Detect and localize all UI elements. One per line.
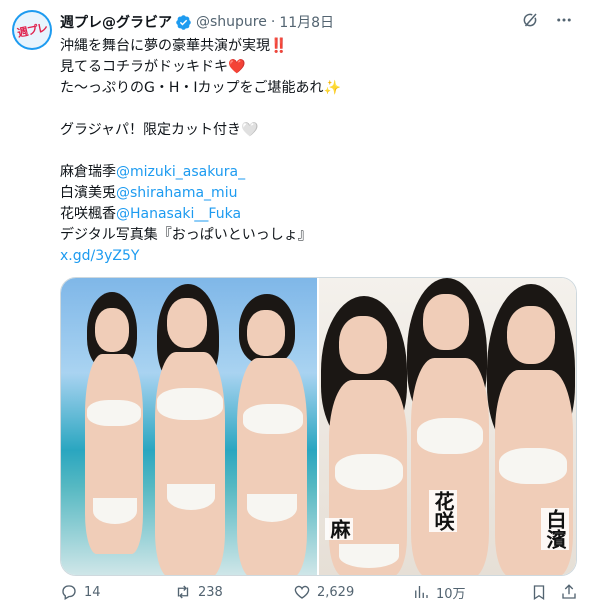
avatar-logo-text: 週プレ	[16, 21, 49, 40]
bookmark-button[interactable]	[530, 583, 548, 601]
views-icon	[415, 586, 428, 598]
photo-caption-left: 麻	[325, 518, 353, 540]
text-line	[60, 99, 580, 120]
tweet-header: 週プレ@グラビア @shupure · 11月8日	[60, 12, 334, 32]
text-line: た〜っぷりのG・H・Iカップをご堪能あれ✨	[60, 80, 341, 96]
repost-button[interactable]: 238	[174, 583, 223, 601]
display-name[interactable]: 週プレ@グラビア	[60, 12, 172, 32]
reply-button[interactable]: 14	[60, 583, 101, 601]
like-icon	[294, 585, 310, 599]
action-bar: 14 238 2,629 10万	[60, 580, 577, 604]
photo-right[interactable]: 麻 花咲 白濱	[319, 278, 576, 575]
more-icon[interactable]	[554, 10, 574, 30]
mention-link[interactable]: @Hanasaki__Fuka	[116, 206, 241, 222]
header-separator: ·	[270, 14, 276, 30]
book-title-line: デジタル写真集『おっぱいといっしょ』	[60, 227, 312, 243]
text-line: 沖縄を舞台に夢の豪華共演が実現‼️	[60, 38, 288, 54]
avatar-logo: 週プレ	[14, 12, 50, 48]
share-icon	[562, 584, 576, 599]
like-button[interactable]: 2,629	[293, 583, 354, 601]
photo-left[interactable]	[61, 278, 317, 575]
credit-line: 麻倉瑞季@mizuki_asakura_	[60, 162, 580, 183]
post-date[interactable]: 11月8日	[279, 12, 334, 32]
text-line: 見てるコチラがドッキドキ❤️	[60, 59, 246, 75]
credit-line: 白濱美兎@shirahama_miu	[60, 183, 580, 204]
photo-caption-center: 花咲	[429, 490, 457, 532]
top-actions	[520, 10, 574, 30]
media-grid[interactable]: 麻 花咲 白濱	[60, 277, 577, 576]
text-line	[60, 141, 580, 162]
credit-name: 白濱美兎	[60, 185, 116, 201]
text-line: グラジャパ！限定カット付き🤍	[60, 122, 259, 138]
reply-icon	[62, 585, 76, 600]
credit-name: 花咲楓香	[60, 206, 116, 222]
figure	[79, 292, 149, 575]
repost-count: 238	[198, 584, 223, 600]
external-link[interactable]: x.gd/3yZ5Y	[60, 248, 139, 264]
mention-link[interactable]: @shirahama_miu	[116, 185, 237, 201]
handle[interactable]: @shupure	[196, 14, 267, 30]
avatar[interactable]: 週プレ	[12, 10, 52, 50]
figure	[149, 284, 231, 575]
tweet-text: 沖縄を舞台に夢の豪華共演が実現‼️ 見てるコチラがドッキドキ❤️ た〜っぷりのG…	[60, 36, 580, 267]
reply-count: 14	[84, 584, 101, 600]
verified-badge-icon[interactable]	[175, 14, 192, 31]
bookmark-icon	[533, 585, 545, 601]
like-count: 2,629	[317, 584, 355, 600]
views-count: 10万	[436, 586, 466, 602]
credit-name: 麻倉瑞季	[60, 164, 116, 180]
figure	[233, 294, 313, 575]
repost-icon	[177, 585, 189, 599]
mention-link[interactable]: @mizuki_asakura_	[116, 164, 245, 180]
credit-line: 花咲楓香@Hanasaki__Fuka	[60, 204, 580, 225]
grok-icon[interactable]	[520, 10, 540, 30]
share-button[interactable]	[560, 583, 578, 601]
photo-caption-right: 白濱	[541, 508, 569, 550]
views-button[interactable]: 10万	[412, 583, 466, 602]
tweet[interactable]: 週プレ 週プレ@グラビア @shupure · 11月8日 沖縄を舞台に夢の豪華…	[0, 0, 590, 611]
